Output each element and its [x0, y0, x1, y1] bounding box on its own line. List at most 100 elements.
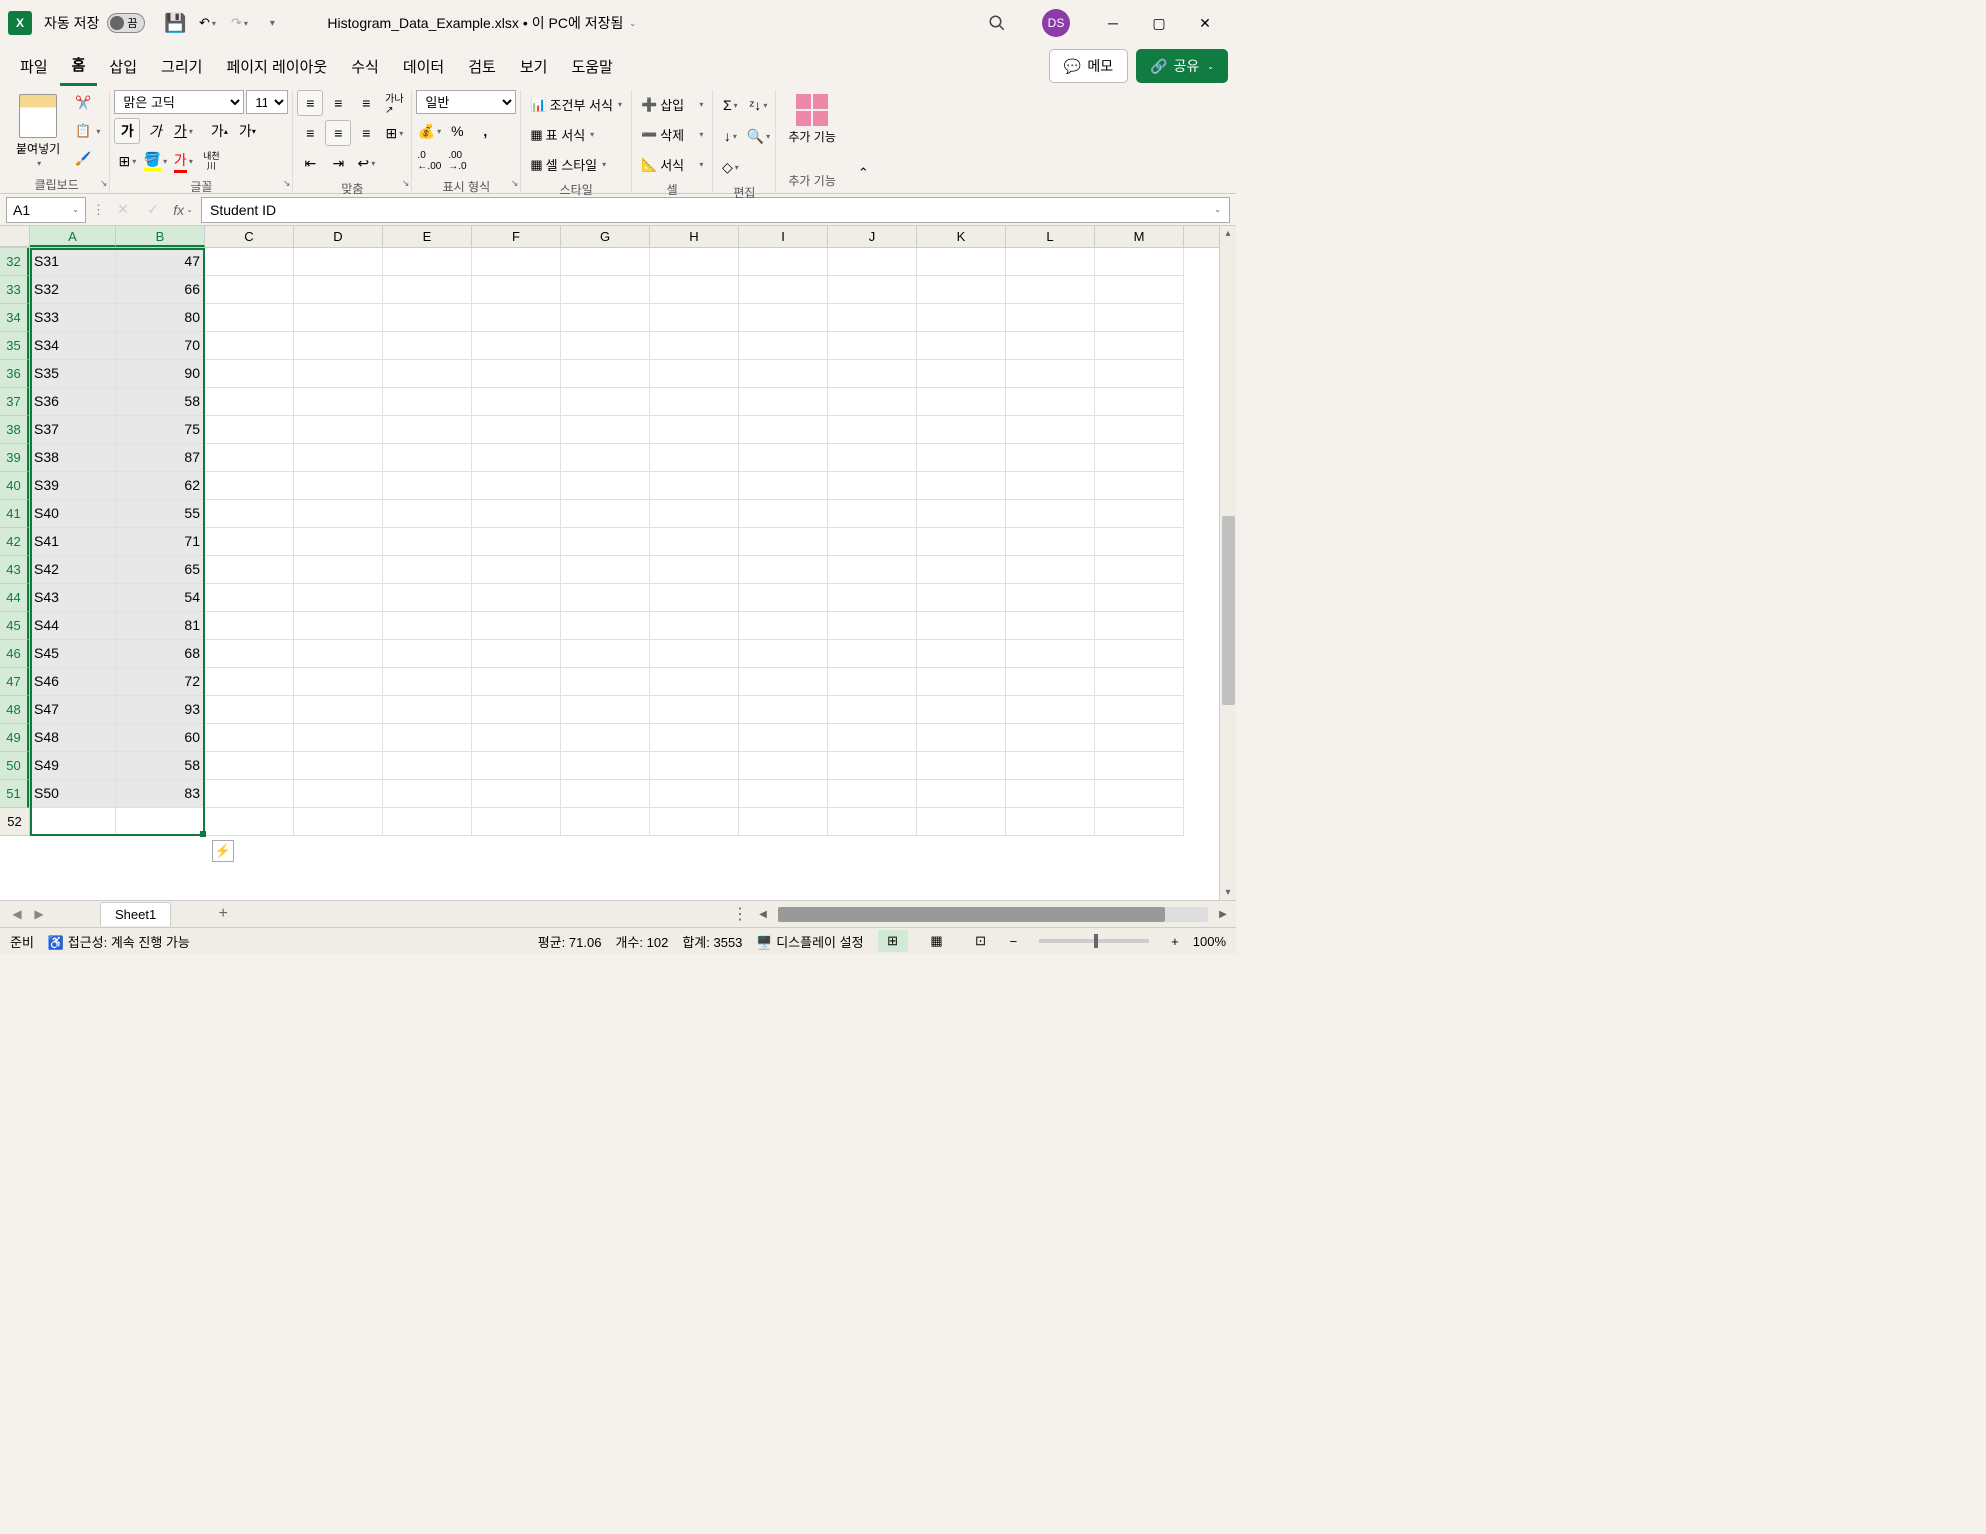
- cell-K32[interactable]: [917, 248, 1006, 276]
- cell-B35[interactable]: 70: [116, 332, 205, 360]
- cell-I52[interactable]: [739, 808, 828, 836]
- clipboard-dialog-launcher[interactable]: ↘: [100, 178, 108, 189]
- clear-button[interactable]: ◇▾: [717, 154, 743, 180]
- cell-H38[interactable]: [650, 416, 739, 444]
- italic-button[interactable]: 가: [142, 118, 168, 144]
- cell-C34[interactable]: [205, 304, 294, 332]
- cell-F39[interactable]: [472, 444, 561, 472]
- border-button[interactable]: ⊞▾: [114, 148, 140, 174]
- cell-L34[interactable]: [1006, 304, 1095, 332]
- cell-A52[interactable]: [30, 808, 116, 836]
- cell-F36[interactable]: [472, 360, 561, 388]
- cell-J32[interactable]: [828, 248, 917, 276]
- cell-K43[interactable]: [917, 556, 1006, 584]
- cell-M50[interactable]: [1095, 752, 1184, 780]
- cell-I37[interactable]: [739, 388, 828, 416]
- row-header-42[interactable]: 42: [0, 528, 29, 556]
- cell-L33[interactable]: [1006, 276, 1095, 304]
- cell-M39[interactable]: [1095, 444, 1184, 472]
- sort-filter-button[interactable]: ᶻ↓▾: [745, 92, 771, 118]
- cell-J44[interactable]: [828, 584, 917, 612]
- sheet-tab-sheet1[interactable]: Sheet1: [100, 902, 171, 926]
- row-header-43[interactable]: 43: [0, 556, 29, 584]
- cell-B50[interactable]: 58: [116, 752, 205, 780]
- cell-I43[interactable]: [739, 556, 828, 584]
- orientation-button[interactable]: 가나↗: [381, 90, 407, 116]
- normal-view-button[interactable]: ⊞: [878, 930, 908, 952]
- cell-M47[interactable]: [1095, 668, 1184, 696]
- cell-G38[interactable]: [561, 416, 650, 444]
- row-header-46[interactable]: 46: [0, 640, 29, 668]
- font-name-select[interactable]: 맑은 고딕: [114, 90, 244, 114]
- align-right-button[interactable]: ≡: [353, 120, 379, 146]
- cell-L40[interactable]: [1006, 472, 1095, 500]
- cell-J39[interactable]: [828, 444, 917, 472]
- cell-J52[interactable]: [828, 808, 917, 836]
- cell-D45[interactable]: [294, 612, 383, 640]
- vertical-scrollbar[interactable]: ▴ ▾: [1219, 226, 1236, 900]
- col-header-I[interactable]: I: [739, 226, 828, 247]
- cell-B41[interactable]: 55: [116, 500, 205, 528]
- cell-L50[interactable]: [1006, 752, 1095, 780]
- cell-H51[interactable]: [650, 780, 739, 808]
- cell-M37[interactable]: [1095, 388, 1184, 416]
- cell-I38[interactable]: [739, 416, 828, 444]
- cell-D49[interactable]: [294, 724, 383, 752]
- window-title[interactable]: Histogram_Data_Example.xlsx • 이 PC에 저장됨 …: [327, 13, 636, 33]
- cell-C50[interactable]: [205, 752, 294, 780]
- cell-C39[interactable]: [205, 444, 294, 472]
- customize-qat-button[interactable]: ▾: [257, 9, 285, 37]
- tab-view[interactable]: 보기: [508, 48, 560, 85]
- col-header-H[interactable]: H: [650, 226, 739, 247]
- col-header-B[interactable]: B: [116, 226, 205, 247]
- cell-G48[interactable]: [561, 696, 650, 724]
- cell-M38[interactable]: [1095, 416, 1184, 444]
- cell-H43[interactable]: [650, 556, 739, 584]
- cell-F33[interactable]: [472, 276, 561, 304]
- cell-L48[interactable]: [1006, 696, 1095, 724]
- tab-page-layout[interactable]: 페이지 레이아웃: [214, 48, 339, 85]
- cell-K50[interactable]: [917, 752, 1006, 780]
- cell-H34[interactable]: [650, 304, 739, 332]
- cell-I39[interactable]: [739, 444, 828, 472]
- addins-button[interactable]: 추가 기능: [780, 90, 844, 168]
- cell-A48[interactable]: S47: [30, 696, 116, 724]
- percent-button[interactable]: %: [444, 118, 470, 144]
- page-break-view-button[interactable]: ⊡: [966, 930, 996, 952]
- cell-I50[interactable]: [739, 752, 828, 780]
- cell-M42[interactable]: [1095, 528, 1184, 556]
- cell-M34[interactable]: [1095, 304, 1184, 332]
- cell-E39[interactable]: [383, 444, 472, 472]
- cell-D43[interactable]: [294, 556, 383, 584]
- cell-B46[interactable]: 68: [116, 640, 205, 668]
- cell-E41[interactable]: [383, 500, 472, 528]
- cell-M44[interactable]: [1095, 584, 1184, 612]
- cell-F52[interactable]: [472, 808, 561, 836]
- wrap-text-button[interactable]: ↩▾: [353, 150, 379, 176]
- page-layout-view-button[interactable]: ▦: [922, 930, 952, 952]
- merge-button[interactable]: ⊞▾: [381, 120, 407, 146]
- cell-J38[interactable]: [828, 416, 917, 444]
- row-header-47[interactable]: 47: [0, 668, 29, 696]
- autosave-toggle[interactable]: 끔: [107, 13, 145, 33]
- comma-button[interactable]: ,: [472, 118, 498, 144]
- cell-L35[interactable]: [1006, 332, 1095, 360]
- cell-E46[interactable]: [383, 640, 472, 668]
- cell-K52[interactable]: [917, 808, 1006, 836]
- cell-G46[interactable]: [561, 640, 650, 668]
- cell-H37[interactable]: [650, 388, 739, 416]
- col-header-C[interactable]: C: [205, 226, 294, 247]
- tab-help[interactable]: 도움말: [559, 48, 624, 85]
- hscroll-right[interactable]: ▶: [1216, 907, 1230, 921]
- collapse-ribbon-button[interactable]: ⌃: [848, 90, 879, 193]
- cell-K33[interactable]: [917, 276, 1006, 304]
- enter-formula-button[interactable]: ✓: [141, 198, 165, 222]
- cell-M48[interactable]: [1095, 696, 1184, 724]
- cell-J47[interactable]: [828, 668, 917, 696]
- cell-L49[interactable]: [1006, 724, 1095, 752]
- cell-G35[interactable]: [561, 332, 650, 360]
- cell-J36[interactable]: [828, 360, 917, 388]
- cell-H39[interactable]: [650, 444, 739, 472]
- cell-K44[interactable]: [917, 584, 1006, 612]
- cell-D32[interactable]: [294, 248, 383, 276]
